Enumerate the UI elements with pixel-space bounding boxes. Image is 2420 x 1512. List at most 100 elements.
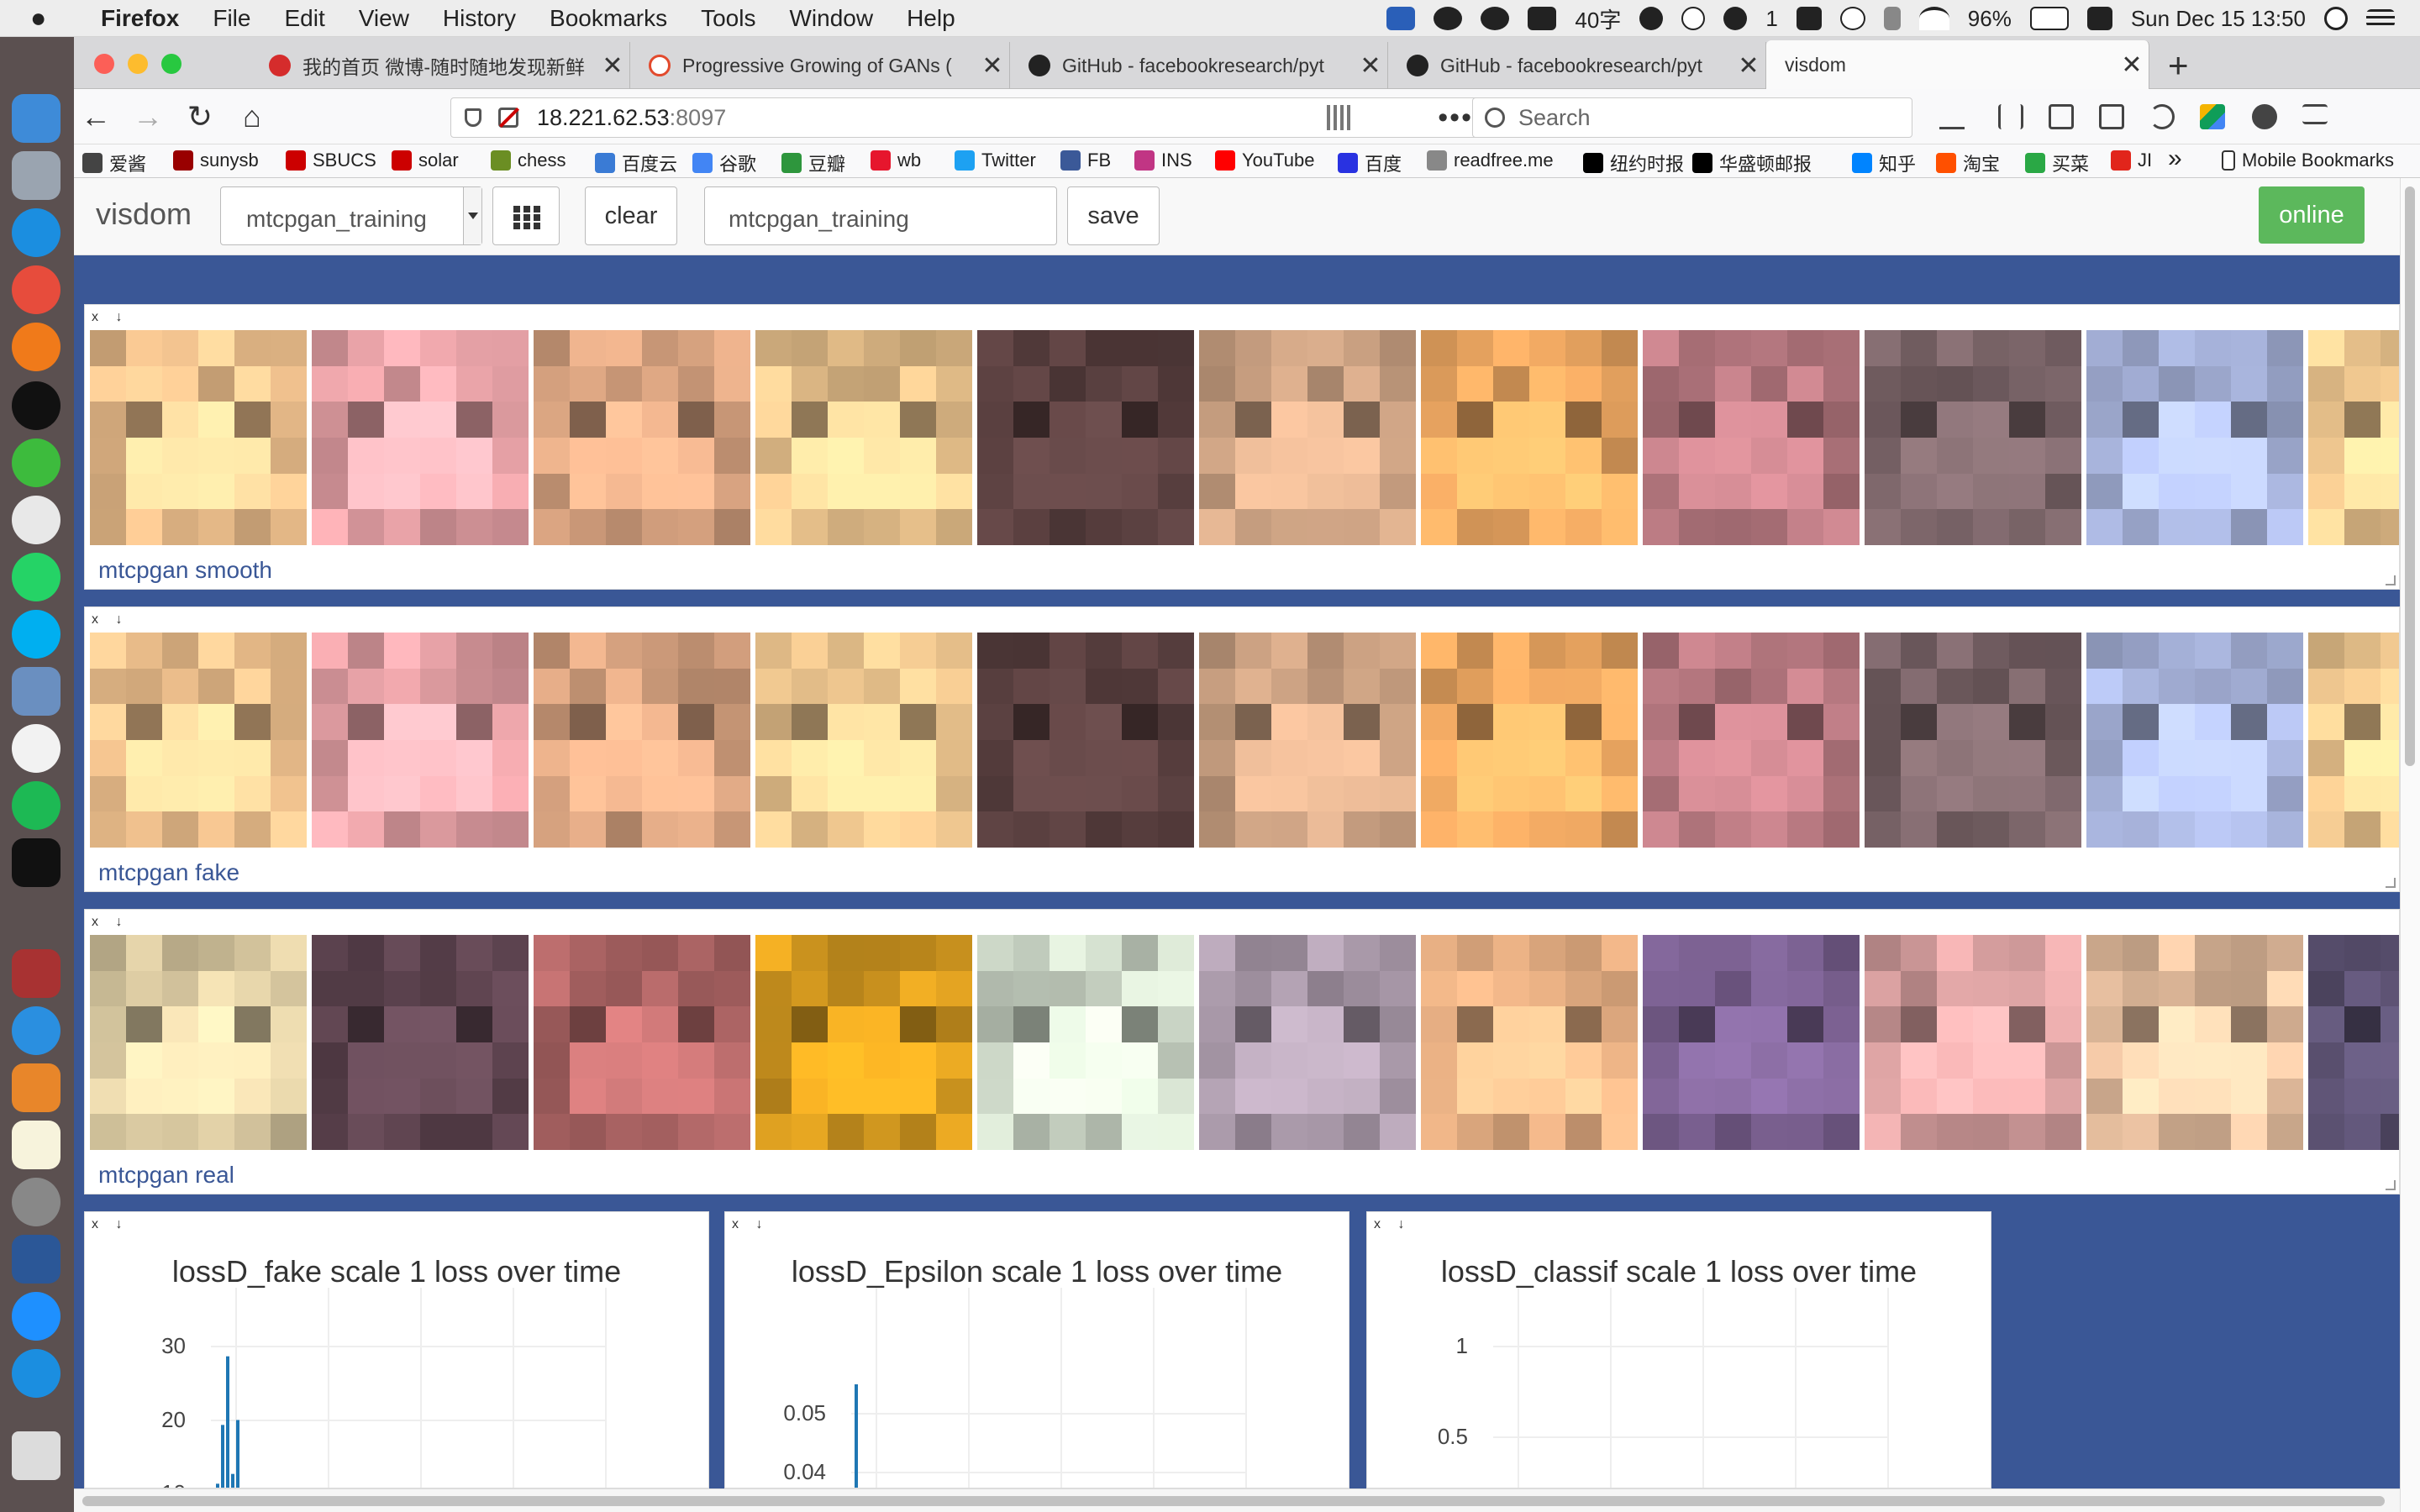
bookmark-item[interactable]: 淘宝 <box>1936 150 2000 176</box>
tab-visdom[interactable]: visdom ✕ <box>1766 40 2149 89</box>
bookmark-item[interactable]: solar <box>392 150 459 171</box>
tab-github-2[interactable]: GitHub - facebookresearch/pyt ✕ <box>1388 42 1766 89</box>
mobile-bookmarks[interactable]: Mobile Bookmarks <box>2222 150 2394 171</box>
bookmark-item[interactable]: 买菜 <box>2025 150 2089 176</box>
qr-code-icon[interactable] <box>1327 105 1352 130</box>
menu-bookmarks[interactable]: Bookmarks <box>550 5 667 32</box>
pane-controls[interactable]: x ↓ <box>92 915 129 930</box>
loss-plot[interactable]: 10.5 <box>1367 1288 1991 1488</box>
pane-controls[interactable]: x ↓ <box>92 612 129 627</box>
dictionary-icon[interactable] <box>12 949 60 998</box>
cloud-status-icon[interactable] <box>1528 7 1557 30</box>
bookmark-item[interactable]: 百度 <box>1338 150 1402 176</box>
screenshot-crop-icon[interactable] <box>2049 104 2074 129</box>
downloads-icon[interactable] <box>1939 104 1965 129</box>
bookmark-item[interactable]: 豆瓣 <box>781 150 845 176</box>
image-pane-fake[interactable]: x ↓ mtcpgan fake <box>84 606 2400 892</box>
tab-weibo[interactable]: 我的首页 微博-随时随地发现新鲜 ✕ <box>250 42 630 89</box>
shield-icon[interactable] <box>465 108 481 127</box>
bluetooth-icon[interactable] <box>1883 7 1901 30</box>
menu-help[interactable]: Help <box>907 5 955 32</box>
hamburger-menu-icon[interactable] <box>2302 104 2328 124</box>
scrivener-status-icon[interactable] <box>2086 7 2112 30</box>
menu-edit[interactable]: Edit <box>284 5 324 32</box>
minimize-window-icon[interactable] <box>128 54 148 74</box>
close-tab-icon[interactable]: ✕ <box>2115 50 2149 80</box>
chevron-down-icon[interactable] <box>463 187 481 244</box>
battery-icon[interactable] <box>2029 7 2069 30</box>
close-tab-icon[interactable]: ✕ <box>1732 51 1765 81</box>
bookmark-item[interactable]: sunysb <box>173 150 259 171</box>
bookmark-item[interactable]: 谷歌 <box>692 150 756 176</box>
scrollbar-thumb[interactable] <box>82 1496 2385 1506</box>
bookmarks-overflow-icon[interactable]: » <box>2168 144 2182 173</box>
undo-icon[interactable] <box>2149 104 2175 129</box>
itunes-icon[interactable] <box>12 724 60 773</box>
tab-github-1[interactable]: GitHub - facebookresearch/pyt ✕ <box>1010 42 1388 89</box>
bookmark-item[interactable]: 百度云 <box>595 150 677 176</box>
online-status-button[interactable]: online <box>2259 186 2365 244</box>
resize-handle-icon[interactable] <box>2386 575 2396 585</box>
back-icon[interactable]: ← <box>79 99 113 134</box>
terminal-icon[interactable] <box>12 838 60 887</box>
plot-pane-lossd-epsilon[interactable]: x ↓ lossD_Epsilon scale 1 loss over time… <box>724 1211 1349 1488</box>
check-status-icon[interactable] <box>1481 7 1510 30</box>
horizontal-scrollbar[interactable] <box>74 1488 2400 1512</box>
pane-controls[interactable]: x ↓ <box>1374 1217 1411 1232</box>
qq-status-icon[interactable] <box>1723 7 1748 30</box>
safari-icon[interactable] <box>12 1292 60 1341</box>
scrollbar-thumb[interactable] <box>2405 186 2415 766</box>
bookmark-item[interactable]: wb <box>871 150 921 171</box>
pane-controls[interactable]: x ↓ <box>92 310 129 325</box>
close-tab-icon[interactable]: ✕ <box>1354 51 1387 81</box>
preview-icon[interactable] <box>12 667 60 716</box>
chrome-icon[interactable] <box>12 265 60 314</box>
spotify-icon[interactable] <box>12 781 60 830</box>
env-name-input[interactable]: mtcpgan_training <box>704 186 1057 245</box>
grid-layout-button[interactable] <box>492 186 560 245</box>
menu-window[interactable]: Window <box>789 5 873 32</box>
notes-icon[interactable] <box>12 1121 60 1169</box>
qq-icon[interactable] <box>12 381 60 430</box>
env-select[interactable]: mtcpgan_training <box>220 186 482 245</box>
close-tab-icon[interactable]: ✕ <box>596 51 629 81</box>
skype-icon[interactable] <box>12 610 60 659</box>
bookmark-item[interactable]: 纽约时报 <box>1583 150 1684 176</box>
reload-icon[interactable]: ↻ <box>183 99 217 134</box>
home-icon[interactable]: ⌂ <box>235 99 269 134</box>
menu-file[interactable]: File <box>213 5 250 32</box>
slack-icon[interactable] <box>12 496 60 544</box>
bookmark-item[interactable]: chess <box>491 150 566 171</box>
clear-button[interactable]: clear <box>585 186 677 245</box>
menu-tools[interactable]: Tools <box>701 5 755 32</box>
spotlight-icon[interactable] <box>2324 7 2348 30</box>
resize-handle-icon[interactable] <box>2386 878 2396 888</box>
image-pane-real[interactable]: x ↓ mtcpgan real <box>84 909 2400 1194</box>
time-machine-icon[interactable] <box>1839 7 1865 30</box>
menu-view[interactable]: View <box>359 5 409 32</box>
trash-icon[interactable] <box>12 1431 60 1480</box>
system-preferences-icon[interactable] <box>12 1178 60 1226</box>
new-tab-icon[interactable]: + <box>2168 45 2189 86</box>
whatsapp-icon[interactable] <box>12 553 60 601</box>
battery-percent[interactable]: 96% <box>1968 6 2012 32</box>
sublime-text-icon[interactable] <box>12 1063 60 1112</box>
bookmark-item[interactable]: 爱酱 <box>82 150 146 176</box>
plot-pane-lossd-classif[interactable]: x ↓ lossD_classif scale 1 loss over time… <box>1366 1211 1991 1488</box>
bookmark-item[interactable]: INS <box>1134 150 1192 171</box>
word-icon[interactable] <box>12 1235 60 1284</box>
firefox-icon[interactable] <box>12 323 60 371</box>
input-method-icon[interactable] <box>1681 7 1706 30</box>
url-bar[interactable]: 18.221.62.53:8097 ••• ★ <box>450 97 1528 138</box>
loss-plot[interactable]: 30 20 10 <box>85 1288 709 1488</box>
clock[interactable]: Sun Dec 15 13:50 <box>2131 6 2306 32</box>
sidebar-icon[interactable] <box>2099 104 2124 129</box>
wechat-icon[interactable] <box>12 438 60 487</box>
insecure-lock-icon[interactable] <box>498 107 520 129</box>
bookmark-item[interactable]: 华盛顿邮报 <box>1692 150 1812 176</box>
extension-icon[interactable] <box>2200 104 2225 129</box>
bookmark-item[interactable]: Twitter <box>955 150 1036 171</box>
resize-handle-icon[interactable] <box>2386 1180 2396 1190</box>
image-pane-smooth[interactable]: x ↓ mtcpgan smooth <box>84 304 2400 590</box>
menu-history[interactable]: History <box>443 5 516 32</box>
